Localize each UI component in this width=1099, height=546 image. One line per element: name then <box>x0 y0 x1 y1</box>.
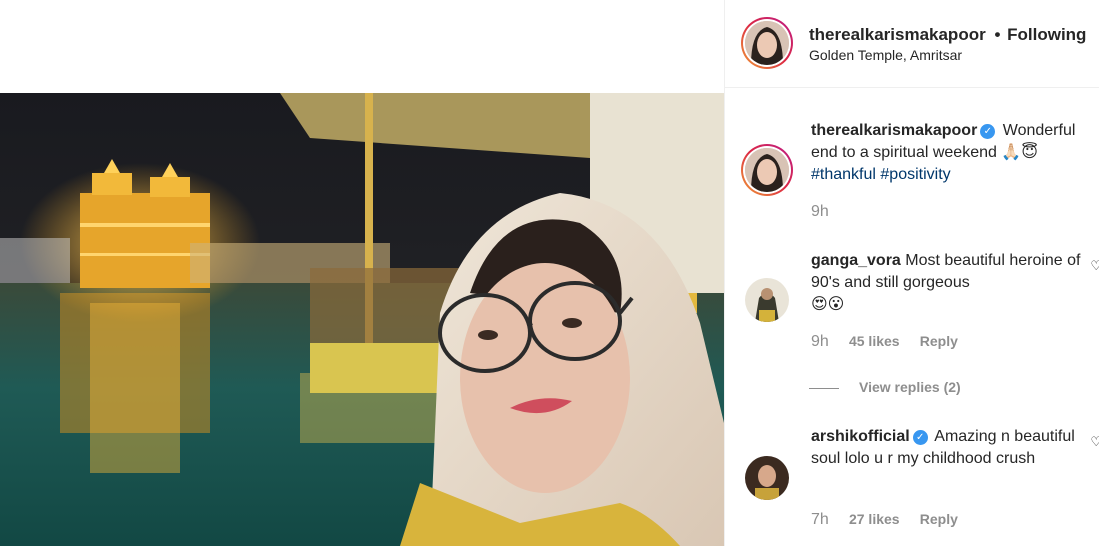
header-separator: • <box>994 25 1001 44</box>
heart-icon[interactable]: ♡ <box>1090 258 1099 274</box>
reply-button[interactable]: Reply <box>920 333 958 349</box>
reply-button[interactable]: Reply <box>920 511 958 527</box>
view-replies-button[interactable]: View replies (2) <box>809 379 961 395</box>
comment-emoji: 😍😮 <box>811 296 845 313</box>
following-button[interactable]: Following <box>1007 25 1086 44</box>
comment-time[interactable]: 9h <box>811 333 829 350</box>
verified-badge-icon: ✓ <box>980 124 996 139</box>
comment-time[interactable]: 7h <box>811 511 829 528</box>
comment-username[interactable]: ganga_vora <box>811 252 901 269</box>
caption-avatar[interactable] <box>741 144 793 196</box>
author-username[interactable]: therealkarismakapoor <box>809 25 986 44</box>
hashtag-thankful[interactable]: #thankful <box>811 166 876 183</box>
post-photo[interactable] <box>0 93 724 546</box>
author-avatar[interactable] <box>741 17 793 69</box>
caption-emoji: 🙏🏻😇 <box>1001 144 1038 161</box>
feed-top-area <box>0 0 724 93</box>
post-header: therealkarismakapoor • Following Golden … <box>725 0 1099 88</box>
commenter-avatar[interactable] <box>745 278 789 322</box>
view-replies-label: View replies (2) <box>859 379 961 395</box>
comment-username[interactable]: arshikofficial <box>811 428 910 445</box>
caption-time[interactable]: 9h <box>811 203 829 220</box>
heart-icon[interactable]: ♡ <box>1090 434 1099 450</box>
caption-username[interactable]: therealkarismakapoor <box>811 122 977 139</box>
post-side-panel: therealkarismakapoor • Following Golden … <box>724 0 1099 546</box>
replies-divider <box>809 387 839 389</box>
comment-likes[interactable]: 45 likes <box>849 333 900 349</box>
hashtag-positivity[interactable]: #positivity <box>880 166 950 183</box>
post-location[interactable]: Golden Temple, Amritsar <box>809 47 962 63</box>
verified-badge-icon: ✓ <box>912 430 928 445</box>
commenter-avatar[interactable] <box>745 456 789 500</box>
comment-likes[interactable]: 27 likes <box>849 511 900 527</box>
